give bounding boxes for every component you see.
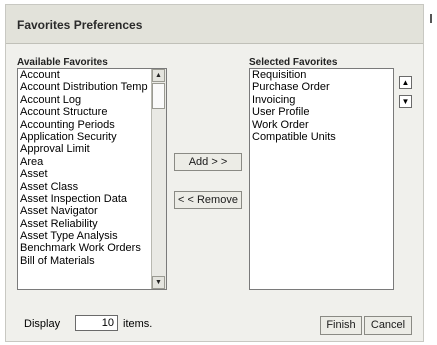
available-favorites-list[interactable]: Account Account Distribution Temp Account … — [17, 68, 167, 290]
move-up-icon[interactable]: ▲ — [399, 76, 412, 89]
available-favorites-label: Available Favorites — [17, 57, 108, 68]
available-scrollbar[interactable]: ▲ ▼ — [151, 69, 166, 289]
list-item[interactable]: Bill of Materials — [18, 255, 166, 267]
list-item[interactable]: User Profile — [250, 106, 393, 118]
list-item[interactable]: Approval Limit — [18, 143, 166, 155]
list-item[interactable]: Asset — [18, 168, 166, 180]
list-item[interactable]: Asset Inspection Data — [18, 193, 166, 205]
scroll-down-icon[interactable]: ▼ — [152, 276, 165, 289]
list-item[interactable]: Work Order — [250, 119, 393, 131]
list-item[interactable]: Invoicing — [250, 94, 393, 106]
list-item[interactable]: Asset Navigator — [18, 205, 166, 217]
list-item[interactable]: Purchase Order — [250, 81, 393, 93]
add-button[interactable]: Add > > — [174, 153, 242, 171]
list-item[interactable]: Compatible Units — [250, 131, 393, 143]
list-item[interactable]: Account Log — [18, 94, 166, 106]
list-item[interactable]: Requisition — [250, 69, 393, 81]
list-item[interactable]: Asset Class — [18, 181, 166, 193]
list-item[interactable]: Asset Reliability — [18, 218, 166, 230]
list-item[interactable]: Application Security — [18, 131, 166, 143]
edge-marker — [430, 14, 432, 23]
display-count-input[interactable]: 10 — [75, 315, 118, 331]
list-item[interactable]: Accounting Periods — [18, 119, 166, 131]
dialog-titlebar: Favorites Preferences — [6, 5, 423, 44]
scroll-up-icon[interactable]: ▲ — [152, 69, 165, 82]
list-item[interactable]: Account Distribution Temp — [18, 81, 166, 93]
list-item[interactable]: Account — [18, 69, 166, 81]
items-label: items. — [123, 318, 153, 330]
list-item[interactable]: Asset Type Analysis — [18, 230, 166, 242]
selected-favorites-label: Selected Favorites — [249, 57, 338, 68]
cancel-button[interactable]: Cancel — [364, 316, 412, 335]
finish-button[interactable]: Finish — [320, 316, 362, 335]
remove-button[interactable]: < < Remove — [174, 191, 242, 209]
selected-favorites-list[interactable]: Requisition Purchase Order Invoicing User P… — [249, 68, 394, 290]
list-item[interactable]: Benchmark Work Orders — [18, 242, 166, 254]
move-down-icon[interactable]: ▼ — [399, 95, 412, 108]
display-label: Display — [24, 318, 61, 330]
scrollbar-thumb[interactable] — [152, 83, 165, 109]
list-item[interactable]: Area — [18, 156, 166, 168]
list-item[interactable]: Account Structure — [18, 106, 166, 118]
dialog-title: Favorites Preferences — [17, 18, 143, 32]
